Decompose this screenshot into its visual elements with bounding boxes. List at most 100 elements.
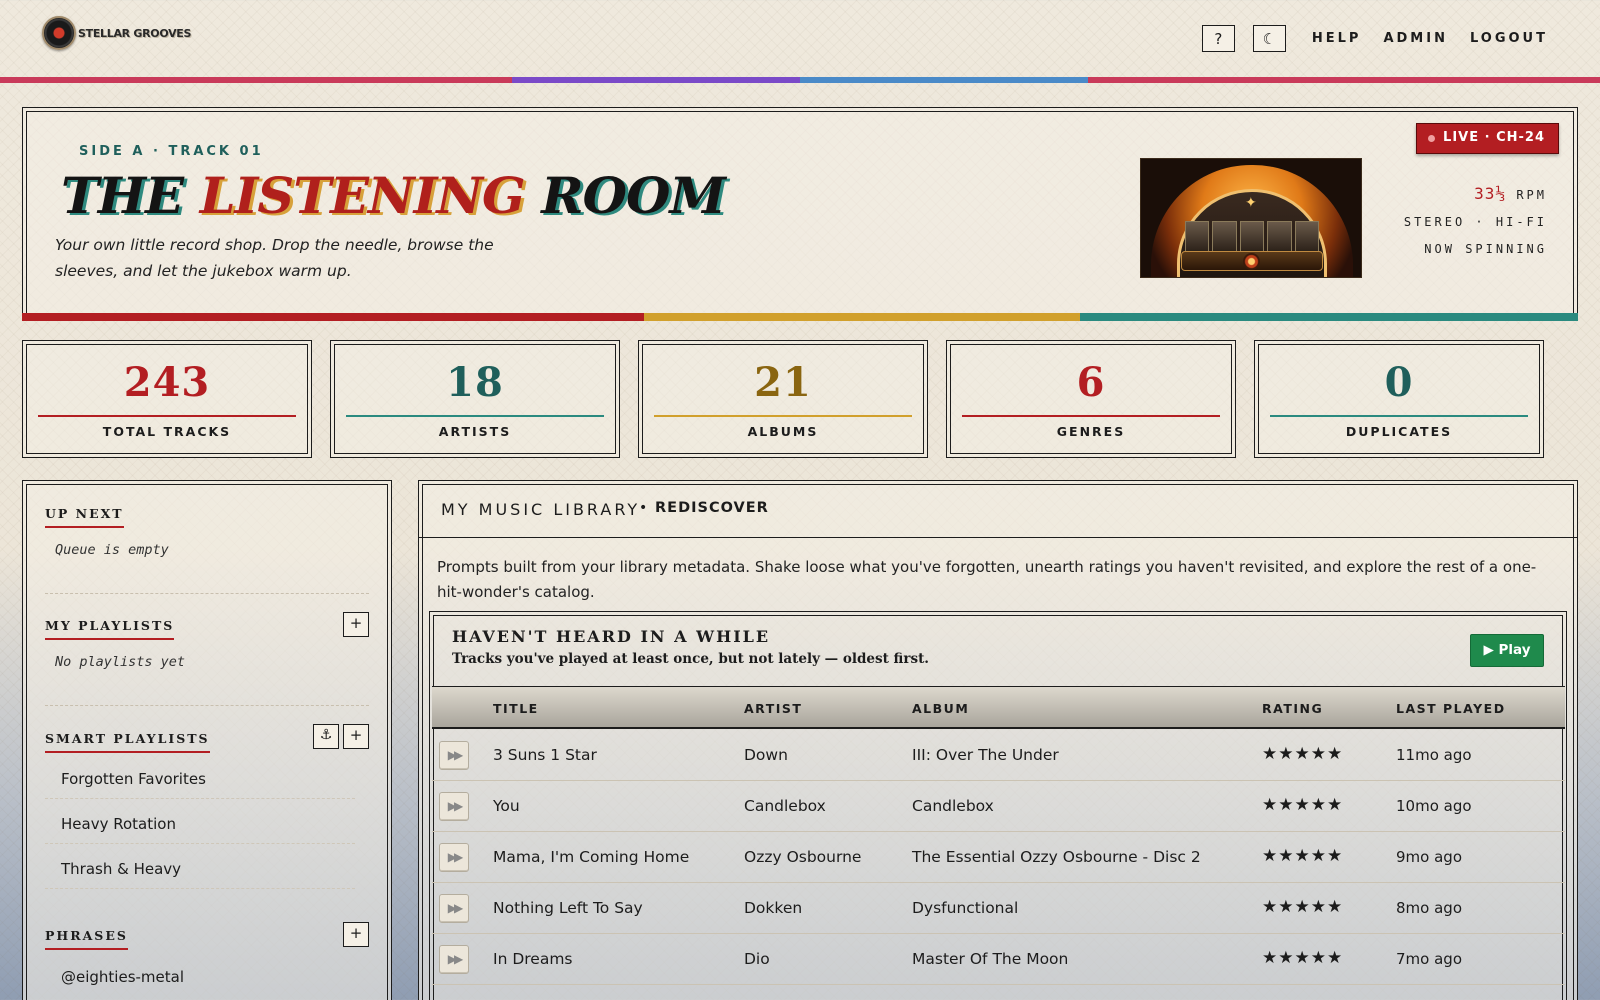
column-rating[interactable]: RATING — [1262, 701, 1323, 716]
rpm-unit: RPM — [1516, 188, 1547, 202]
live-badge-label: LIVE · CH-24 — [1443, 130, 1545, 145]
smart-playlist-thrash-heavy[interactable]: Thrash & Heavy — [45, 860, 355, 889]
nav-admin-link[interactable]: ADMIN — [1383, 31, 1448, 46]
stat-duplicates: 0 DUPLICATES — [1254, 340, 1544, 458]
phrase-item[interactable]: @eighties-metal — [45, 968, 355, 996]
live-badge: LIVE · CH-24 — [1416, 123, 1559, 154]
my-playlists-heading: MY PLAYLISTS — [45, 618, 175, 640]
stat-label: DUPLICATES — [1345, 424, 1453, 439]
table-row[interactable]: ▶▶ Nothing Left To Say Dokken Dysfunctio… — [432, 883, 1565, 934]
track-last-played: 8mo ago — [1396, 899, 1462, 917]
table-row[interactable]: ▶▶ 3 Suns 1 Star Down III: Over The Unde… — [432, 730, 1565, 781]
hero-subtitle: Your own little record shop. Drop the ne… — [55, 236, 494, 280]
divider — [45, 593, 369, 594]
hero-kicker: SIDE A · TRACK 01 — [79, 144, 264, 159]
track-artist: Dio — [744, 950, 770, 968]
track-title: Mama, I'm Coming Home — [493, 848, 690, 866]
jukebox-image: ✦ — [1140, 158, 1362, 278]
track-artist: Dokken — [744, 899, 803, 917]
stat-label: ALBUMS — [747, 424, 819, 439]
stat-rule — [346, 415, 604, 417]
library-panel: MY MUSIC LIBRARY • REDISCOVER Prompts bu… — [418, 480, 1578, 1000]
play-track-icon[interactable]: ▶▶ — [439, 945, 469, 974]
track-artist: Down — [744, 746, 788, 764]
stat-rule — [1270, 415, 1528, 417]
top-color-stripe — [0, 77, 1600, 83]
play-track-icon[interactable]: ▶▶ — [439, 741, 469, 770]
queue-empty-text: Queue is empty — [55, 542, 169, 558]
stat-total-tracks: 243 TOTAL TRACKS — [22, 340, 312, 458]
smart-playlist-heavy-rotation[interactable]: Heavy Rotation — [45, 815, 355, 844]
column-album[interactable]: ALBUM — [912, 701, 969, 716]
track-album: Dysfunctional — [912, 899, 1019, 917]
track-title: In Dreams — [493, 950, 573, 968]
tab-separator: • — [639, 500, 648, 516]
track-album: Candlebox — [912, 797, 994, 815]
no-playlists-text: No playlists yet — [55, 654, 186, 670]
add-smart-playlist-button[interactable]: + — [343, 724, 369, 749]
tab-rediscover[interactable]: REDISCOVER — [655, 500, 769, 516]
column-artist[interactable]: ARTIST — [744, 701, 802, 716]
play-track-icon[interactable]: ▶▶ — [439, 792, 469, 821]
stat-rule — [654, 415, 912, 417]
track-title: Nothing Left To Say — [493, 899, 643, 917]
column-title[interactable]: TITLE — [493, 701, 539, 716]
play-track-icon[interactable]: ▶▶ — [439, 894, 469, 923]
track-last-played: 9mo ago — [1396, 848, 1462, 866]
rpm-readout: 33⅓ RPM STEREO · HI-FI NOW SPINNING — [1404, 180, 1547, 263]
stat-label: TOTAL TRACKS — [102, 424, 232, 439]
library-title: MY MUSIC LIBRARY — [441, 500, 641, 519]
stat-rule — [962, 415, 1220, 417]
track-rating[interactable]: ★★★★★ — [1262, 948, 1343, 968]
hero-color-stripe — [22, 313, 1578, 321]
my-playlists-section: MY PLAYLISTS No playlists yet — [45, 615, 369, 670]
page-title: THE LISTENING ROOM — [61, 166, 726, 225]
help-icon-button[interactable]: ? — [1201, 25, 1235, 52]
track-rating[interactable]: ★★★★★ — [1262, 846, 1343, 866]
card-title: HAVEN'T HEARD IN A WHILE — [452, 627, 771, 646]
anchor-icon-button[interactable]: ⚓ — [313, 724, 339, 749]
title-word-room: ROOM — [541, 166, 726, 225]
table-row[interactable]: ▶▶ In Dreams Dio Master Of The Moon ★★★★… — [432, 934, 1565, 985]
column-last-played[interactable]: LAST PLAYED — [1396, 701, 1506, 716]
stat-value: 21 — [754, 359, 812, 406]
nav-logout-link[interactable]: LOGOUT — [1470, 31, 1548, 46]
phrases-heading: PHRASES — [45, 928, 128, 950]
library-description: Prompts built from your library metadata… — [437, 558, 1537, 601]
track-last-played: 11mo ago — [1396, 746, 1472, 764]
track-rating[interactable]: ★★★★★ — [1262, 744, 1343, 764]
smart-playlists-heading: SMART PLAYLISTS — [45, 731, 210, 753]
table-row[interactable]: ▶▶ Mama, I'm Coming Home Ozzy Osbourne T… — [432, 832, 1565, 883]
havent-heard-card: HAVEN'T HEARD IN A WHILE Tracks you've p… — [429, 611, 1567, 1000]
stereo-line: STEREO · HI-FI — [1403, 215, 1547, 229]
top-bar: STELLAR GROOVES ? ☾ HELP ADMIN LOGOUT — [0, 0, 1600, 83]
theme-toggle-moon-icon[interactable]: ☾ — [1252, 25, 1286, 52]
brand-logo[interactable]: STELLAR GROOVES — [42, 16, 191, 50]
play-track-icon[interactable]: ▶▶ — [439, 843, 469, 872]
hero-banner: SIDE A · TRACK 01 THE LISTENING ROOM You… — [22, 107, 1578, 321]
stat-artists: 18 ARTISTS — [330, 340, 620, 458]
stat-genres: 6 GENRES — [946, 340, 1236, 458]
track-title: 3 Suns 1 Star — [493, 746, 597, 764]
live-dot-icon — [1428, 135, 1436, 142]
nav-help-link[interactable]: HELP — [1312, 31, 1362, 46]
title-word-listening: LISTENING — [199, 166, 526, 225]
track-rating[interactable]: ★★★★★ — [1262, 795, 1343, 815]
top-nav: ? ☾ HELP ADMIN LOGOUT — [1201, 25, 1562, 52]
stat-value: 18 — [446, 359, 504, 406]
rpm-value: 33⅓ — [1474, 184, 1507, 203]
track-title: You — [493, 797, 520, 815]
table-row[interactable]: ▶▶ You Candlebox Candlebox ★★★★★ 10mo ag… — [432, 781, 1565, 832]
smart-playlist-forgotten-favorites[interactable]: Forgotten Favorites — [45, 770, 355, 799]
now-spinning-line: NOW SPINNING — [1424, 242, 1547, 256]
track-rating[interactable]: ★★★★★ — [1262, 897, 1343, 917]
track-artist: Candlebox — [744, 797, 826, 815]
track-last-played: 7mo ago — [1396, 950, 1462, 968]
stat-rule — [38, 415, 296, 417]
add-playlist-button[interactable]: + — [343, 612, 369, 637]
track-album: The Essential Ozzy Osbourne - Disc 2 — [912, 848, 1201, 866]
title-word-the: THE — [61, 166, 184, 225]
play-all-button[interactable]: ▶ Play — [1470, 634, 1544, 667]
add-phrase-button[interactable]: + — [343, 922, 369, 947]
up-next-section: UP NEXT Queue is empty — [45, 503, 369, 558]
